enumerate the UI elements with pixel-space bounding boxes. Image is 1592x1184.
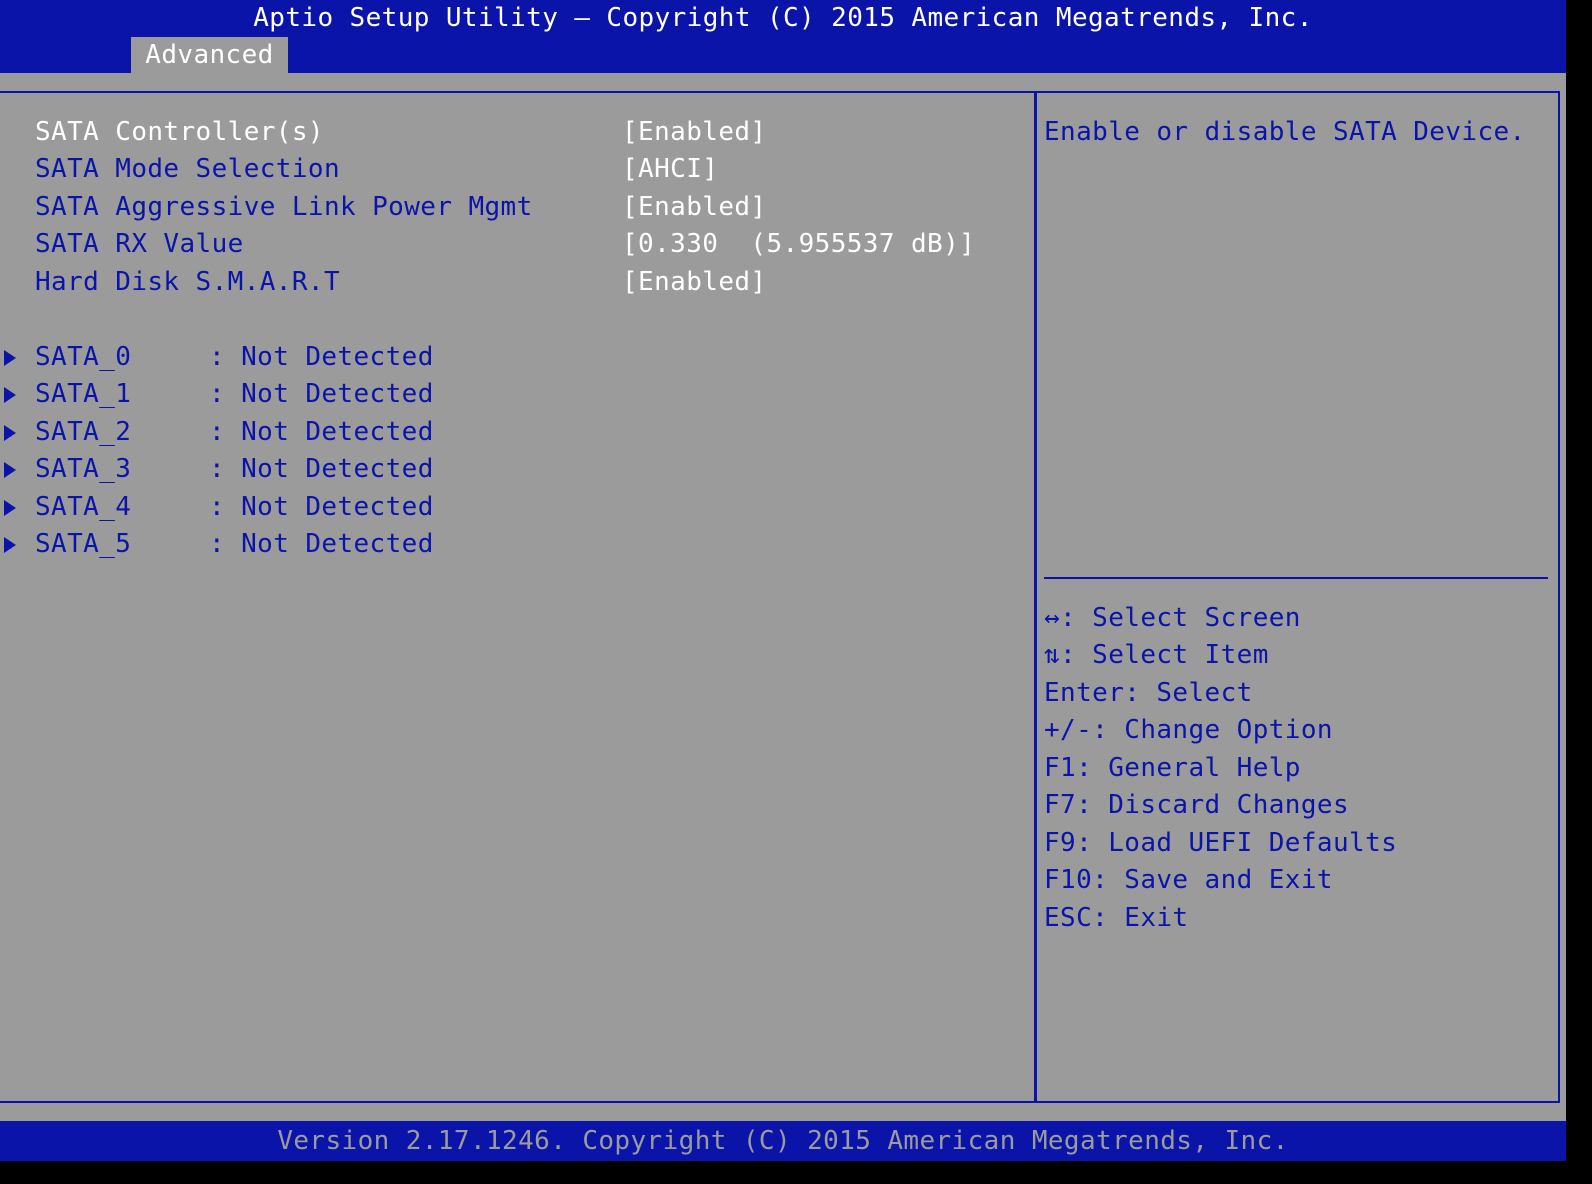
submenu-arrow-icon (4, 425, 16, 441)
key-hint-general-help: F1: General Help (1044, 753, 1301, 783)
key-hint-select-screen: ↔: Select Screen (1044, 603, 1301, 633)
submenu-sata-1[interactable]: SATA_1 : Not Detected (0, 375, 1034, 413)
port-status: : Not Detected (209, 417, 434, 447)
submenu-sata-0[interactable]: SATA_0 : Not Detected (0, 338, 1034, 376)
setting-label: SATA Mode Selection (35, 154, 341, 184)
port-status: : Not Detected (209, 454, 434, 484)
version-text: Version 2.17.1246. Copyright (C) 2015 Am… (277, 1126, 1289, 1156)
submenu-arrow-icon (4, 500, 16, 516)
settings-pane: SATA Controller(s) [Enabled] SATA Mode S… (0, 93, 1034, 1101)
key-hint-change-option: +/-: Change Option (1044, 715, 1333, 745)
setting-value[interactable]: [Enabled] (622, 263, 766, 301)
port-label: SATA_4 (35, 492, 132, 522)
setting-value[interactable]: [Enabled] (622, 113, 766, 151)
setting-hard-disk-smart[interactable]: Hard Disk S.M.A.R.T [Enabled] (0, 263, 1034, 301)
setting-sata-rx-value[interactable]: SATA RX Value [0.330 (5.955537 dB)] (0, 225, 1034, 263)
port-status: : Not Detected (209, 342, 434, 372)
submenu-sata-5[interactable]: SATA_5 : Not Detected (0, 525, 1034, 563)
footer-bar: Version 2.17.1246. Copyright (C) 2015 Am… (0, 1121, 1566, 1161)
key-hint-save-and-exit: F10: Save and Exit (1044, 865, 1333, 895)
setting-sata-aggressive-link-power-mgmt[interactable]: SATA Aggressive Link Power Mgmt [Enabled… (0, 188, 1034, 226)
body-area: SATA Controller(s) [Enabled] SATA Mode S… (0, 73, 1566, 1121)
bios-screen: Aptio Setup Utility – Copyright (C) 2015… (0, 0, 1566, 1184)
port-label: SATA_2 (35, 417, 132, 447)
submenu-arrow-icon (4, 350, 16, 366)
submenu-arrow-icon (4, 537, 16, 553)
utility-title: Aptio Setup Utility – Copyright (C) 2015… (253, 3, 1313, 33)
key-hint-discard-changes: F7: Discard Changes (1044, 790, 1350, 820)
port-label: SATA_1 (35, 379, 132, 409)
submenu-sata-3[interactable]: SATA_3 : Not Detected (0, 450, 1034, 488)
submenu-arrow-icon (4, 462, 16, 478)
setting-label: Hard Disk S.M.A.R.T (35, 267, 341, 297)
port-label: SATA_5 (35, 529, 132, 559)
main-frame: SATA Controller(s) [Enabled] SATA Mode S… (0, 91, 1560, 1103)
port-status: : Not Detected (209, 529, 434, 559)
setting-value[interactable]: [AHCI] (622, 150, 718, 188)
help-text: Enable or disable SATA Device. (1044, 117, 1526, 147)
setting-label: SATA Aggressive Link Power Mgmt (35, 192, 533, 222)
port-status: : Not Detected (209, 379, 434, 409)
setting-value[interactable]: [Enabled] (622, 188, 766, 226)
tab-advanced[interactable]: Advanced (131, 37, 288, 73)
submenu-sata-2[interactable]: SATA_2 : Not Detected (0, 413, 1034, 451)
port-label: SATA_0 (35, 342, 132, 372)
help-pane: Enable or disable SATA Device. ↔: Select… (1037, 93, 1556, 1101)
key-hint-select-item: ⇅: Select Item (1044, 640, 1269, 670)
setting-sata-controllers[interactable]: SATA Controller(s) [Enabled] (0, 113, 1034, 151)
port-label: SATA_3 (35, 454, 132, 484)
key-hint-escape-exit: ESC: Exit (1044, 903, 1189, 933)
key-hint-load-defaults: F9: Load UEFI Defaults (1044, 828, 1398, 858)
key-hint-enter-select: Enter: Select (1044, 678, 1253, 708)
submenu-arrow-icon (4, 387, 16, 403)
setting-sata-mode-selection[interactable]: SATA Mode Selection [AHCI] (0, 150, 1034, 188)
port-status: : Not Detected (209, 492, 434, 522)
header-bar: Aptio Setup Utility – Copyright (C) 2015… (0, 0, 1566, 73)
help-divider (1044, 577, 1548, 579)
submenu-sata-4[interactable]: SATA_4 : Not Detected (0, 488, 1034, 526)
setting-value[interactable]: [0.330 (5.955537 dB)] (622, 225, 975, 263)
setting-label: SATA RX Value (35, 229, 244, 259)
setting-label: SATA Controller(s) (35, 117, 324, 147)
